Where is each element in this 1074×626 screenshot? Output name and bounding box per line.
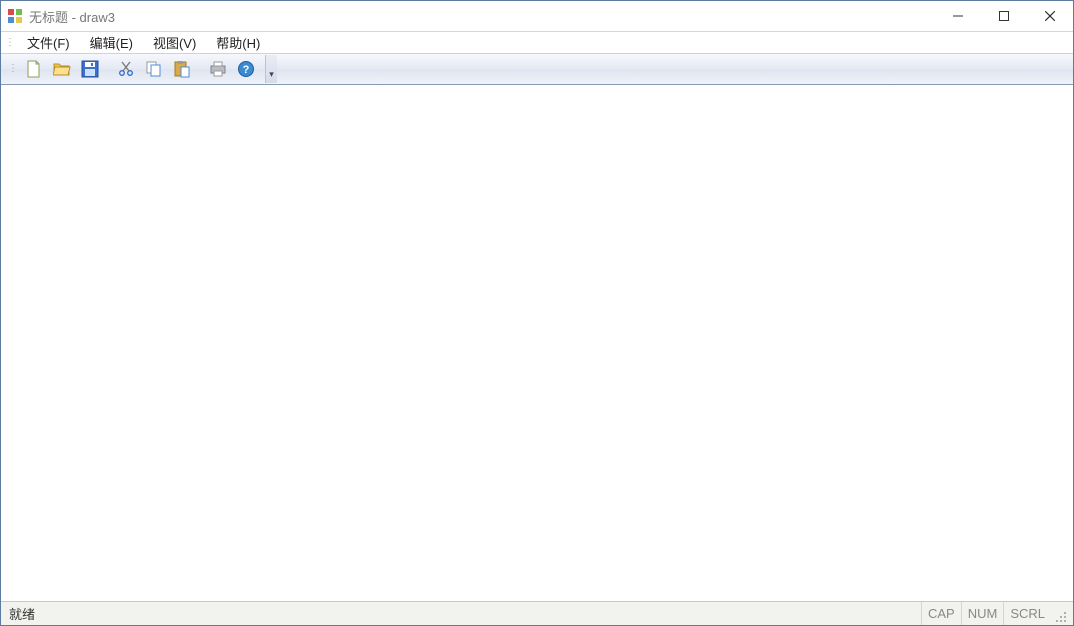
- open-folder-icon: [53, 60, 71, 78]
- copy-button[interactable]: [141, 56, 167, 82]
- cut-scissors-icon: [117, 60, 135, 78]
- menu-edit[interactable]: 编辑(E): [80, 31, 143, 54]
- window-controls: [935, 1, 1073, 31]
- main-window: 无标题 - draw3 ⋮ 文件(F) 编辑(E) 视图(V) 帮助(H) ⋮: [0, 0, 1074, 626]
- toolbar: ⋮: [1, 53, 1073, 85]
- close-button[interactable]: [1027, 1, 1073, 31]
- toolbar-grip-icon: ⋮: [8, 64, 16, 74]
- help-button[interactable]: ?: [233, 56, 259, 82]
- status-num-indicator: NUM: [961, 602, 1004, 625]
- print-button[interactable]: [205, 56, 231, 82]
- status-scroll-indicator: SCRL: [1003, 602, 1051, 625]
- save-disk-icon: [81, 60, 99, 78]
- save-button[interactable]: [77, 56, 103, 82]
- status-caps-indicator: CAP: [921, 602, 961, 625]
- app-icon: [7, 8, 23, 24]
- paste-clipboard-icon: [173, 60, 191, 78]
- status-ready-label: 就绪: [5, 604, 39, 623]
- printer-icon: [209, 60, 227, 78]
- paste-button[interactable]: [169, 56, 195, 82]
- menu-view[interactable]: 视图(V): [143, 31, 206, 54]
- drawing-canvas[interactable]: [1, 85, 1073, 601]
- cut-button[interactable]: [113, 56, 139, 82]
- menu-help[interactable]: 帮助(H): [206, 31, 270, 54]
- toolbar-overflow-button[interactable]: ▾: [265, 55, 277, 83]
- window-title: 无标题 - draw3: [29, 7, 115, 26]
- new-button[interactable]: [21, 56, 47, 82]
- menubar: ⋮ 文件(F) 编辑(E) 视图(V) 帮助(H): [1, 31, 1073, 53]
- chevron-down-icon: ▾: [269, 69, 274, 80]
- maximize-button[interactable]: [981, 1, 1027, 31]
- titlebar: 无标题 - draw3: [1, 1, 1073, 31]
- menubar-grip-icon: ⋮: [5, 38, 13, 48]
- help-question-icon: ?: [237, 60, 255, 78]
- svg-text:?: ?: [243, 64, 250, 76]
- statusbar: 就绪 CAP NUM SCRL: [1, 601, 1073, 625]
- copy-pages-icon: [145, 60, 163, 78]
- minimize-button[interactable]: [935, 1, 981, 31]
- new-file-icon: [25, 60, 43, 78]
- open-button[interactable]: [49, 56, 75, 82]
- resize-grip-icon[interactable]: [1053, 609, 1069, 625]
- menu-file[interactable]: 文件(F): [17, 31, 80, 54]
